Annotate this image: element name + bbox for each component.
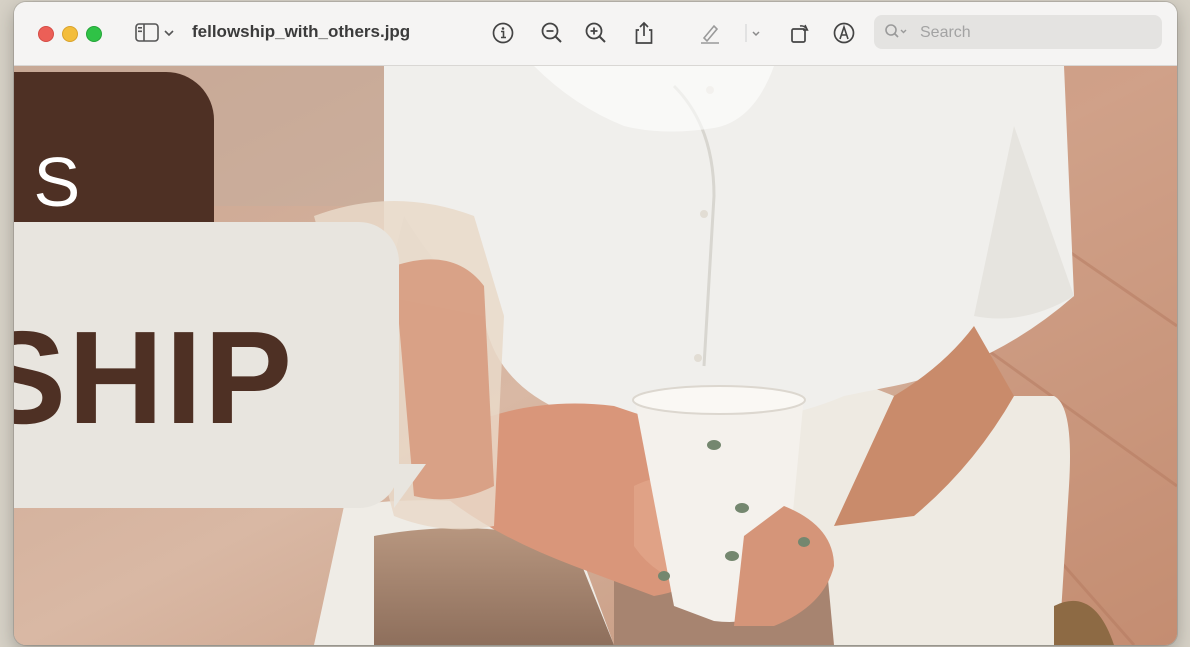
zoom-button[interactable] <box>86 26 102 42</box>
overlay-top-text: IS <box>14 143 97 221</box>
rotate-button[interactable] <box>786 20 812 46</box>
minimize-button[interactable] <box>62 26 78 42</box>
search-input[interactable] <box>918 21 1152 45</box>
zoom-out-icon <box>541 22 562 43</box>
info-icon <box>492 22 514 44</box>
sidebar-icon <box>135 23 174 42</box>
zoom-in-icon <box>585 22 606 43</box>
share-icon <box>635 21 653 44</box>
search-icon <box>885 24 907 38</box>
highlight-button[interactable] <box>697 20 723 46</box>
toolbar: fellowship_with_others.jpg <box>14 2 1177 66</box>
highlight-icon <box>701 24 719 44</box>
overlay-bottom-text: SHIP <box>14 304 295 451</box>
info-button[interactable] <box>490 20 516 46</box>
zoom-in-button[interactable] <box>583 20 609 46</box>
share-button[interactable] <box>631 20 657 46</box>
close-button[interactable] <box>38 26 54 42</box>
overlay-speech-tail <box>394 464 426 508</box>
chevron-down-icon <box>745 24 760 42</box>
document-title: fellowship_with_others.jpg <box>192 22 411 41</box>
highlight-menu-button[interactable] <box>742 20 762 46</box>
image-canvas: IS SHIP <box>14 66 1177 645</box>
preview-window: fellowship_with_others.jpg Search S SHIP <box>14 2 1177 645</box>
markup-icon <box>833 22 855 44</box>
markup-button[interactable] <box>831 20 857 46</box>
zoom-out-button[interactable] <box>539 20 565 46</box>
sidebar-toggle-button[interactable] <box>134 21 180 45</box>
rotate-icon <box>791 24 809 43</box>
search-field[interactable] <box>874 15 1162 49</box>
